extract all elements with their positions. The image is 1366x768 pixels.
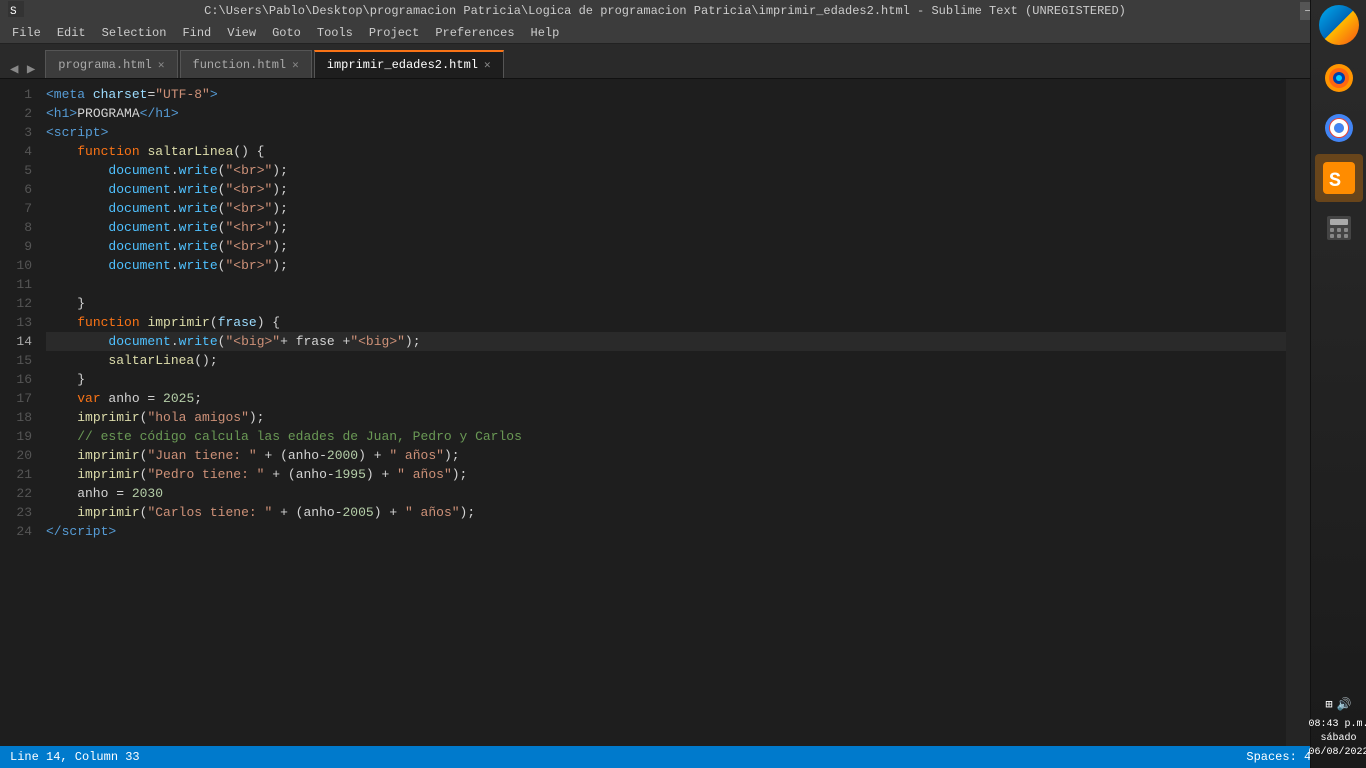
code-line-21: imprimir("Pedro tiene: " + (anho-1995) +… <box>46 465 1286 484</box>
menu-help[interactable]: Help <box>523 24 568 42</box>
code-line-10: document.write("<br>"); <box>46 256 1286 275</box>
line-num: 8 <box>6 218 32 237</box>
code-line-12: } <box>46 294 1286 313</box>
line-num: 7 <box>6 199 32 218</box>
code-line-2: <h1>PROGRAMA</h1> <box>46 104 1286 123</box>
menu-file[interactable]: File <box>4 24 49 42</box>
menu-edit[interactable]: Edit <box>49 24 94 42</box>
code-line-6: document.write("<br>"); <box>46 180 1286 199</box>
code-line-14: document.write("<big>"+ frase +"<big>"); <box>46 332 1286 351</box>
line-num: 19 <box>6 427 32 446</box>
windows-logo[interactable] <box>1315 4 1363 52</box>
time-display: 08:43 p.m. sábado 06/08/2022 <box>1309 718 1366 760</box>
line-numbers: 1 2 3 4 5 6 7 8 9 10 11 12 13 14 15 16 1… <box>0 79 42 746</box>
line-num: 16 <box>6 370 32 389</box>
status-spaces: Spaces: 4 <box>1246 750 1311 764</box>
status-position: Line 14, Column 33 <box>10 750 140 764</box>
tab-function[interactable]: function.html ✕ <box>180 50 312 78</box>
code-line-17: var anho = 2025; <box>46 389 1286 408</box>
line-num: 21 <box>6 465 32 484</box>
tab-arrows: ◀ ▶ <box>4 61 41 78</box>
menu-bar: File Edit Selection Find View Goto Tools… <box>0 22 1366 44</box>
tab-label: imprimir_edades2.html <box>327 58 478 72</box>
code-line-5: document.write("<br>"); <box>46 161 1286 180</box>
code-line-7: document.write("<br>"); <box>46 199 1286 218</box>
code-line-16: } <box>46 370 1286 389</box>
taskbar-bottom-area: ⊞ 🔊 08:43 p.m. sábado 06/08/2022 <box>1305 693 1366 764</box>
line-num: 9 <box>6 237 32 256</box>
code-line-11 <box>46 275 1286 294</box>
code-line-15: saltarLinea(); <box>46 351 1286 370</box>
line-num: 10 <box>6 256 32 275</box>
line-num: 22 <box>6 484 32 503</box>
line-num: 20 <box>6 446 32 465</box>
firefox-icon[interactable] <box>1315 54 1363 102</box>
svg-text:S: S <box>10 6 17 17</box>
tab-close-programa[interactable]: ✕ <box>158 58 165 72</box>
editor: 1 2 3 4 5 6 7 8 9 10 11 12 13 14 15 16 1… <box>0 79 1366 746</box>
code-editor[interactable]: <meta charset="UTF-8"> <h1>PROGRAMA</h1>… <box>42 79 1286 746</box>
menu-project[interactable]: Project <box>361 24 427 42</box>
code-line-20: imprimir("Juan tiene: " + (anho-2000) + … <box>46 446 1286 465</box>
code-line-19: // este código calcula las edades de Jua… <box>46 427 1286 446</box>
line-num: 6 <box>6 180 32 199</box>
taskbar-icons-row: ⊞ 🔊 <box>1325 697 1351 712</box>
tab-programa[interactable]: programa.html ✕ <box>45 50 177 78</box>
menu-goto[interactable]: Goto <box>264 24 309 42</box>
line-num: 23 <box>6 503 32 522</box>
tab-label: function.html <box>193 58 287 72</box>
title-text: C:\Users\Pablo\Desktop\programacion Patr… <box>30 4 1300 18</box>
line-num: 11 <box>6 275 32 294</box>
code-line-23: imprimir("Carlos tiene: " + (anho-2005) … <box>46 503 1286 522</box>
line-num: 5 <box>6 161 32 180</box>
code-line-4: function saltarLinea() { <box>46 142 1286 161</box>
line-num: 24 <box>6 522 32 541</box>
volume-icon: 🔊 <box>1337 697 1352 712</box>
line-num: 13 <box>6 313 32 332</box>
line-num: 4 <box>6 142 32 161</box>
code-line-3: <script> <box>46 123 1286 142</box>
menu-selection[interactable]: Selection <box>94 24 175 42</box>
code-line-8: document.write("<hr>"); <box>46 218 1286 237</box>
notification-icon: ⊞ <box>1325 697 1332 712</box>
line-num: 12 <box>6 294 32 313</box>
taskbar: S ⊞ 🔊 08:43 p.m. sábado 06/08/2022 <box>1310 0 1366 768</box>
clock-date: 06/08/2022 <box>1309 746 1366 760</box>
clock-time: 08:43 p.m. <box>1309 718 1366 732</box>
code-line-1: <meta charset="UTF-8"> <box>46 85 1286 104</box>
line-num: 2 <box>6 104 32 123</box>
tab-close-function[interactable]: ✕ <box>292 58 299 72</box>
menu-preferences[interactable]: Preferences <box>427 24 522 42</box>
code-line-22: anho = 2030 <box>46 484 1286 503</box>
line-num: 17 <box>6 389 32 408</box>
line-num: 18 <box>6 408 32 427</box>
line-num: 15 <box>6 351 32 370</box>
tab-bar: ◀ ▶ programa.html ✕ function.html ✕ impr… <box>0 44 1366 79</box>
svg-text:S: S <box>1329 170 1341 193</box>
menu-find[interactable]: Find <box>174 24 219 42</box>
code-line-9: document.write("<br>"); <box>46 237 1286 256</box>
code-line-13: function imprimir(frase) { <box>46 313 1286 332</box>
line-num: 14 <box>6 332 32 351</box>
menu-tools[interactable]: Tools <box>309 24 361 42</box>
chrome-icon[interactable] <box>1315 104 1363 152</box>
line-num: 1 <box>6 85 32 104</box>
sublime-icon[interactable]: S <box>1315 154 1363 202</box>
title-bar: S C:\Users\Pablo\Desktop\programacion Pa… <box>0 0 1366 22</box>
calculator-icon[interactable] <box>1315 204 1363 252</box>
menu-view[interactable]: View <box>219 24 264 42</box>
status-left: Line 14, Column 33 <box>10 750 140 764</box>
code-line-18: imprimir("hola amigos"); <box>46 408 1286 427</box>
status-bar: Line 14, Column 33 Spaces: 4 HTML <box>0 746 1366 768</box>
code-line-24: </script> <box>46 522 1286 541</box>
clock-day: sábado <box>1309 732 1366 746</box>
tab-close-imprimir[interactable]: ✕ <box>484 58 491 72</box>
app-icon: S <box>8 1 24 21</box>
tab-imprimir[interactable]: imprimir_edades2.html ✕ <box>314 50 504 78</box>
tab-label: programa.html <box>58 58 152 72</box>
line-num: 3 <box>6 123 32 142</box>
